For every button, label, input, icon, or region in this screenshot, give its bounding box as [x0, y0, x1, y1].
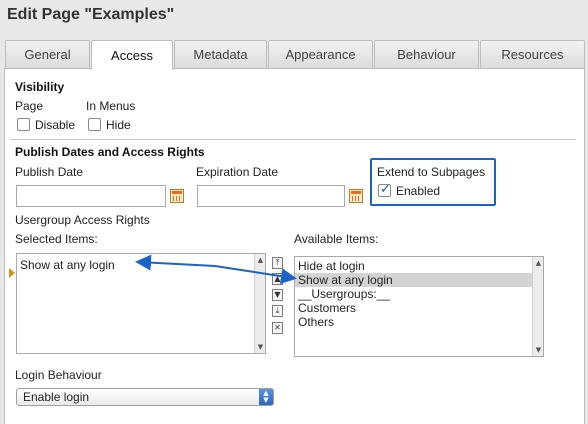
login-behaviour-label: Login Behaviour	[15, 368, 102, 382]
annotation-arrow	[135, 254, 297, 285]
select-arrows-icon: ▲ ▼	[259, 389, 273, 405]
login-behaviour-select[interactable]: Enable login ▲ ▼	[16, 388, 274, 406]
tab-label: Access	[111, 48, 153, 63]
login-behaviour-value: Enable login	[23, 390, 90, 404]
tab-access[interactable]: Access	[91, 40, 173, 70]
